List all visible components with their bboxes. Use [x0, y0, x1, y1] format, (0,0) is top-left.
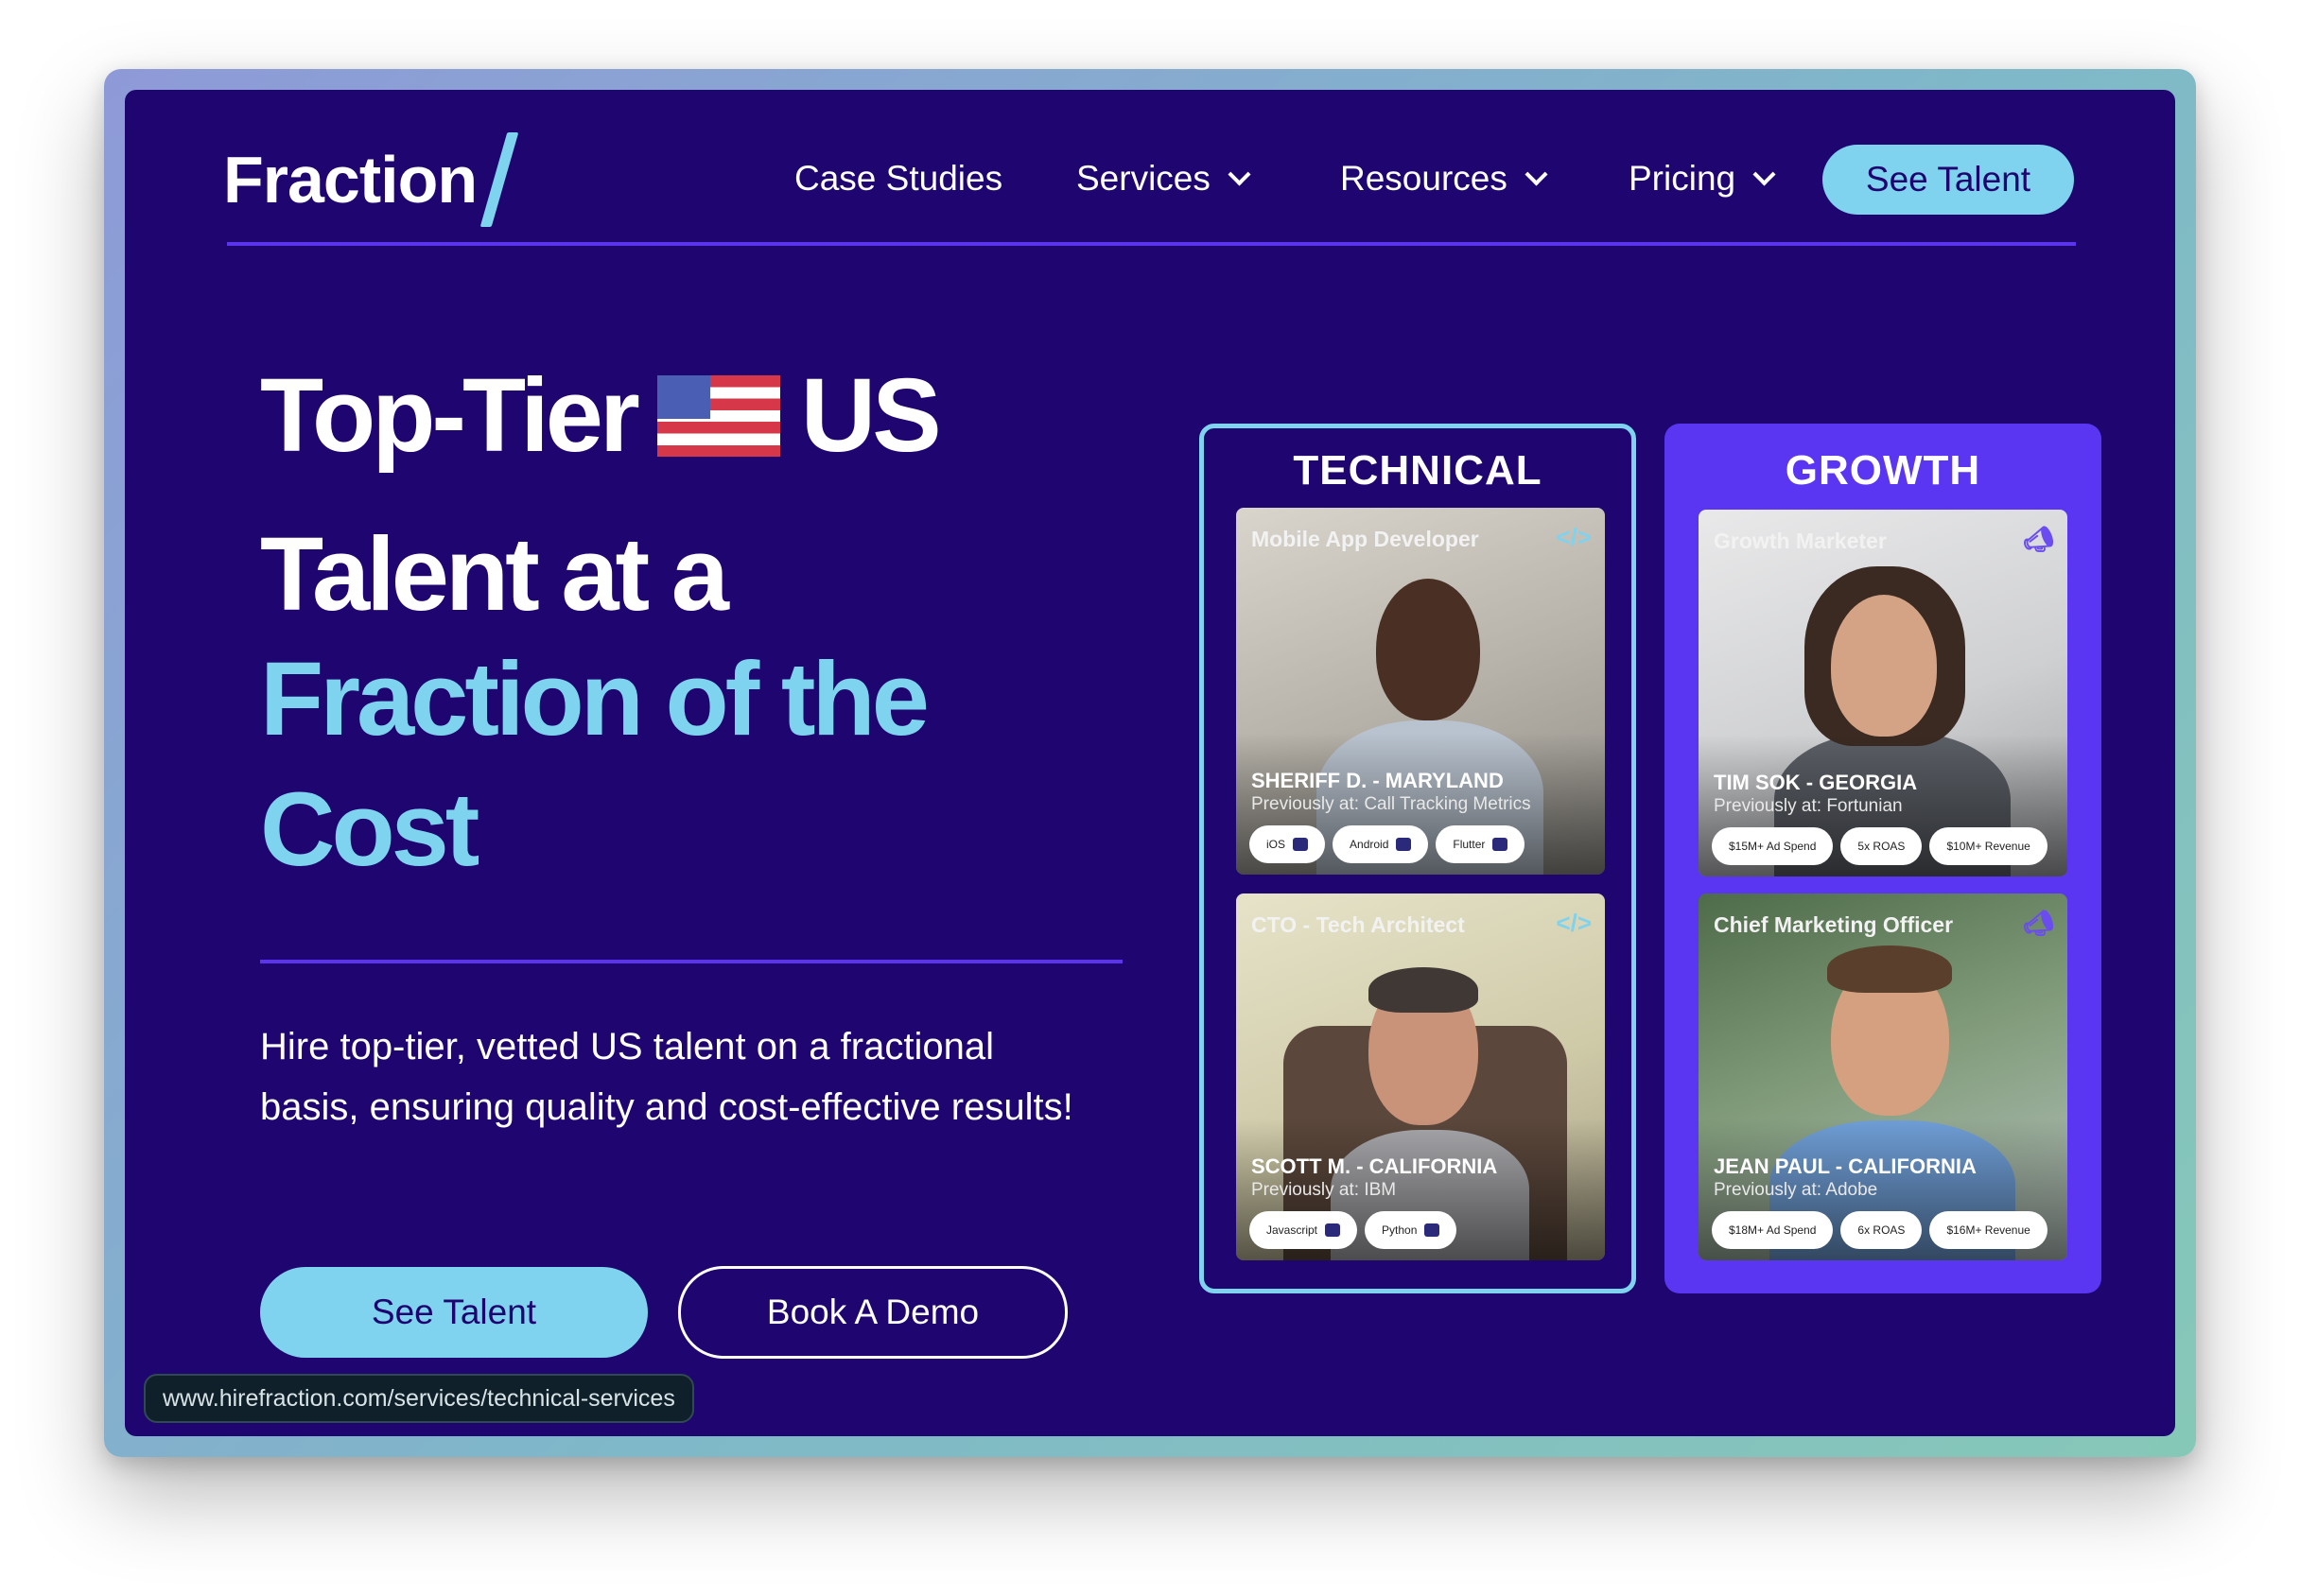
skill-tag: iOS	[1249, 825, 1326, 863]
talent-name: TIM SOK - GEORGIA	[1714, 771, 1918, 794]
android-icon	[1396, 838, 1412, 851]
talent-photo	[1236, 893, 1605, 1260]
code-icon: </>	[1556, 523, 1592, 551]
talent-card-jean-paul[interactable]: Chief Marketing Officer 📣︎ JEAN PAUL - C…	[1699, 893, 2067, 1260]
talent-role: Chief Marketing Officer	[1714, 912, 1954, 937]
nav-case-studies[interactable]: Case Studies	[794, 148, 1002, 209]
talent-tags: $18M+ Ad Spend 6x ROAS $16M+ Revenue	[1712, 1211, 2047, 1249]
nav-divider	[227, 242, 2076, 246]
hero-heading-line-1: Top-Tier US	[260, 357, 942, 474]
nav-services[interactable]: Services	[1076, 148, 1251, 209]
chevron-down-icon	[1228, 162, 1251, 186]
metric-tag: $15M+ Ad Spend	[1712, 827, 1834, 865]
javascript-icon	[1325, 1223, 1341, 1237]
us-flag-icon	[656, 375, 780, 457]
talent-role: Growth Marketer	[1714, 529, 1887, 553]
talent-previously: Previously at: IBM	[1251, 1180, 1397, 1200]
nav-see-talent-button[interactable]: See Talent	[1822, 145, 2074, 215]
metric-tag: 5x ROAS	[1840, 827, 1923, 865]
chevron-down-icon	[1752, 162, 1776, 186]
megaphone-icon: 📣︎	[2022, 909, 2054, 937]
hero-heading-line-2: Talent at a	[260, 516, 729, 633]
talent-name: SCOTT M. - CALIFORNIA	[1251, 1154, 1498, 1178]
metric-tag: 6x ROAS	[1840, 1211, 1923, 1249]
nav-services-label: Services	[1076, 159, 1211, 198]
talent-tags: iOS Android Flutter	[1249, 825, 1525, 863]
metric-tag: $18M+ Ad Spend	[1712, 1211, 1834, 1249]
link-status-bar: www.hirefraction.com/services/technical-…	[144, 1374, 694, 1423]
metric-tag: $16M+ Revenue	[1929, 1211, 2047, 1249]
nav-resources[interactable]: Resources	[1340, 148, 1548, 209]
technical-panel-title: TECHNICAL	[1293, 447, 1542, 494]
hero-see-talent-button[interactable]: See Talent	[260, 1267, 648, 1358]
nav-pricing-label: Pricing	[1629, 159, 1736, 198]
talent-photo	[1236, 508, 1605, 875]
flutter-icon	[1492, 838, 1508, 851]
nav-case-studies-label: Case Studies	[794, 159, 1003, 198]
logo-slash-icon	[479, 132, 519, 227]
code-icon: </>	[1556, 909, 1592, 937]
talent-card-sheriff[interactable]: Mobile App Developer </> SHERIFF D. - MA…	[1236, 508, 1605, 875]
brand-name: Fraction	[223, 143, 478, 217]
nav-resources-label: Resources	[1340, 159, 1507, 198]
talent-role: CTO - Tech Architect	[1251, 912, 1465, 937]
browser-viewport: Fraction Case Studies Services Resources…	[125, 90, 2175, 1436]
metric-tag: $10M+ Revenue	[1929, 827, 2047, 865]
talent-photo	[1699, 510, 2067, 876]
brand-logo[interactable]: Fraction	[223, 128, 519, 232]
talent-tags: Javascript Python	[1249, 1211, 1457, 1249]
talent-tags: $15M+ Ad Spend 5x ROAS $10M+ Revenue	[1712, 827, 2047, 865]
hero-heading-line-3: Fraction of the	[260, 641, 930, 757]
talent-previously: Previously at: Call Tracking Metrics	[1251, 794, 1531, 814]
talent-role: Mobile App Developer	[1251, 527, 1479, 551]
hero-subtitle: Hire top-tier, vetted US talent on a fra…	[260, 1026, 1073, 1128]
skill-tag: Javascript	[1249, 1211, 1358, 1249]
growth-panel: GROWTH Growth Marketer 📣︎ TIM SOK - GEOR…	[1664, 424, 2101, 1293]
ios-icon	[1293, 838, 1309, 851]
skill-tag: Android	[1333, 825, 1429, 863]
talent-previously: Previously at: Fortunian	[1714, 796, 1903, 816]
hero-book-demo-button[interactable]: Book A Demo	[678, 1266, 1068, 1359]
chevron-down-icon	[1525, 162, 1548, 186]
hero-heading-us: US	[800, 357, 942, 474]
talent-card-scott[interactable]: CTO - Tech Architect </> SCOTT M. - CALI…	[1236, 893, 1605, 1260]
skill-tag: Flutter	[1436, 825, 1525, 863]
hero-heading-top-tier: Top-Tier	[260, 357, 640, 474]
megaphone-icon: 📣︎	[2022, 525, 2054, 553]
technical-panel: TECHNICAL Mobile App Developer </> SHERI…	[1199, 424, 1636, 1293]
talent-name: JEAN PAUL - CALIFORNIA	[1714, 1154, 1977, 1178]
talent-photo	[1699, 893, 2067, 1260]
python-icon	[1424, 1223, 1440, 1237]
nav-pricing[interactable]: Pricing	[1629, 148, 1776, 209]
talent-card-tim[interactable]: Growth Marketer 📣︎ TIM SOK - GEORGIA Pre…	[1699, 510, 2067, 876]
skill-tag: Python	[1365, 1211, 1457, 1249]
talent-previously: Previously at: Adobe	[1714, 1180, 1878, 1200]
hero-divider	[260, 960, 1123, 963]
hero-heading-line-4: Cost	[260, 772, 479, 888]
growth-panel-title: GROWTH	[1785, 447, 1981, 494]
talent-name: SHERIFF D. - MARYLAND	[1251, 769, 1504, 792]
